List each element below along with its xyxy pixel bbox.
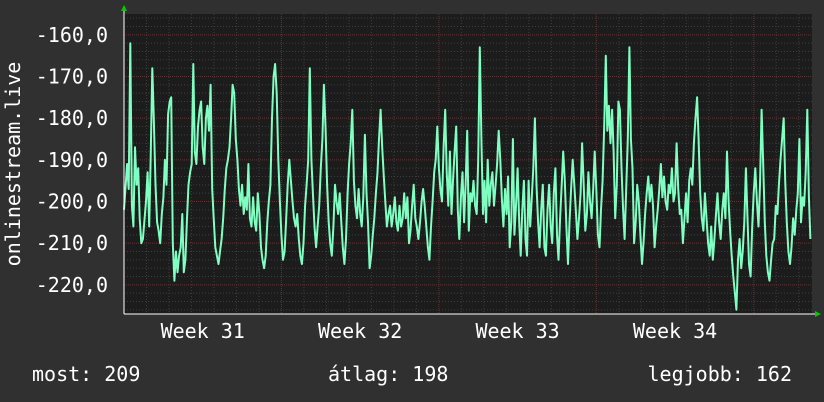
stat-current: most: 209 bbox=[32, 362, 141, 386]
y-tick-labels: -160,0 -170,0 -180,0 -190,0 -200,0 -210,0 -220… bbox=[36, 23, 108, 297]
y-tick-label: -220,0 bbox=[36, 273, 108, 297]
y-tick-label: -210,0 bbox=[36, 231, 108, 255]
x-tick-label: Week 34 bbox=[633, 319, 717, 343]
chart: -160,0 -170,0 -180,0 -190,0 -200,0 -210,0 -220… bbox=[1, 5, 821, 343]
y-axis-arrow bbox=[121, 5, 127, 11]
y-tick-label: -200,0 bbox=[36, 190, 108, 214]
x-tick-label: Week 32 bbox=[318, 319, 402, 343]
stats-bar: most: 209 átlag: 198 legjobb: 162 bbox=[0, 362, 824, 390]
x-axis-arrow bbox=[815, 311, 821, 317]
x-tick-label: Week 33 bbox=[475, 319, 559, 343]
y-tick-label: -190,0 bbox=[36, 148, 108, 172]
x-tick-label: Week 31 bbox=[161, 319, 245, 343]
x-tick-labels: Week 31 Week 32 Week 33 Week 34 bbox=[161, 319, 718, 343]
stat-average: átlag: 198 bbox=[328, 362, 449, 386]
y-tick-label: -180,0 bbox=[36, 106, 108, 130]
y-axis-label: onlinestream.live bbox=[1, 62, 25, 267]
y-tick-label: -160,0 bbox=[36, 23, 108, 47]
y-tick-label: -170,0 bbox=[36, 65, 108, 89]
stat-best: legjobb: 162 bbox=[647, 362, 793, 386]
